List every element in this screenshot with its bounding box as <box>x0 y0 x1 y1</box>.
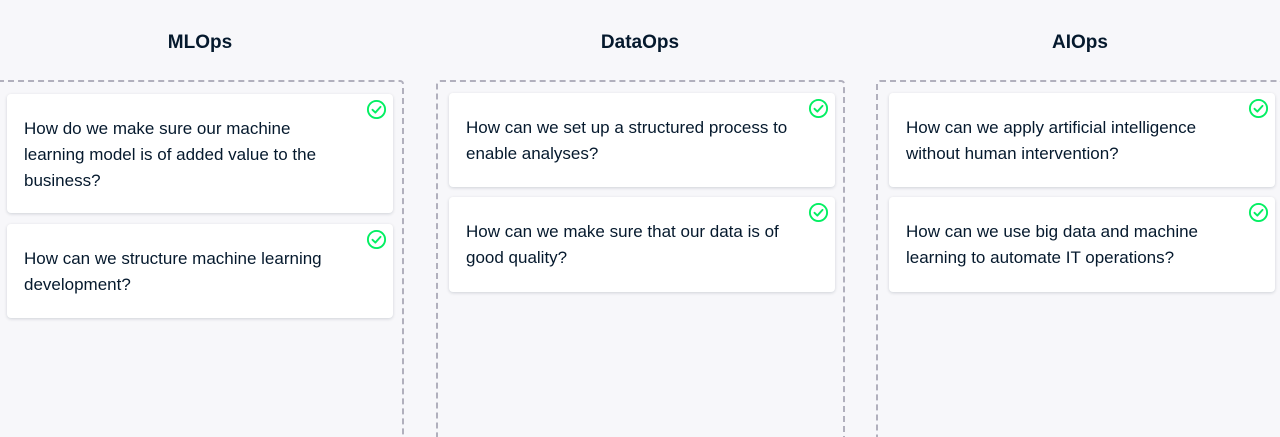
column-aiops: AIOps How can we apply artificial intell… <box>876 0 1280 437</box>
drop-zone-aiops[interactable]: How can we apply artificial intelligence… <box>876 80 1280 437</box>
card-text: How can we make sure that our data is of… <box>466 222 779 267</box>
check-circle-icon <box>1248 202 1269 223</box>
answer-card[interactable]: How can we make sure that our data is of… <box>449 197 835 292</box>
drop-zone-mlops[interactable]: How do we make sure our machine learning… <box>0 80 404 437</box>
card-text: How do we make sure our machine learning… <box>24 119 317 190</box>
answer-card[interactable]: How do we make sure our machine learning… <box>7 94 393 213</box>
column-title: DataOps <box>600 32 680 53</box>
card-text: How can we structure machine learning de… <box>24 249 322 294</box>
check-circle-icon <box>808 98 829 119</box>
answer-card[interactable]: How can we set up a structured process t… <box>449 93 835 187</box>
drag-drop-board: MLOps How do we make sure our machine le… <box>0 0 1280 437</box>
check-circle-icon <box>808 202 829 223</box>
column-mlops: MLOps How do we make sure our machine le… <box>0 0 404 437</box>
drop-zone-dataops[interactable]: How can we set up a structured process t… <box>436 80 845 437</box>
answer-card[interactable]: How can we structure machine learning de… <box>7 224 393 318</box>
check-circle-icon <box>1248 98 1269 119</box>
column-title: AIOps <box>1052 32 1108 53</box>
check-circle-icon <box>366 99 387 120</box>
answer-card[interactable]: How can we use big data and machine lear… <box>889 197 1275 292</box>
card-text: How can we set up a structured process t… <box>466 118 788 163</box>
check-circle-icon <box>366 229 387 250</box>
card-text: How can we use big data and machine lear… <box>906 222 1199 267</box>
column-dataops: DataOps How can we set up a structured p… <box>436 0 845 437</box>
column-title: MLOps <box>167 32 233 53</box>
card-text: How can we apply artificial intelligence… <box>906 118 1197 163</box>
answer-card[interactable]: How can we apply artificial intelligence… <box>889 93 1275 187</box>
